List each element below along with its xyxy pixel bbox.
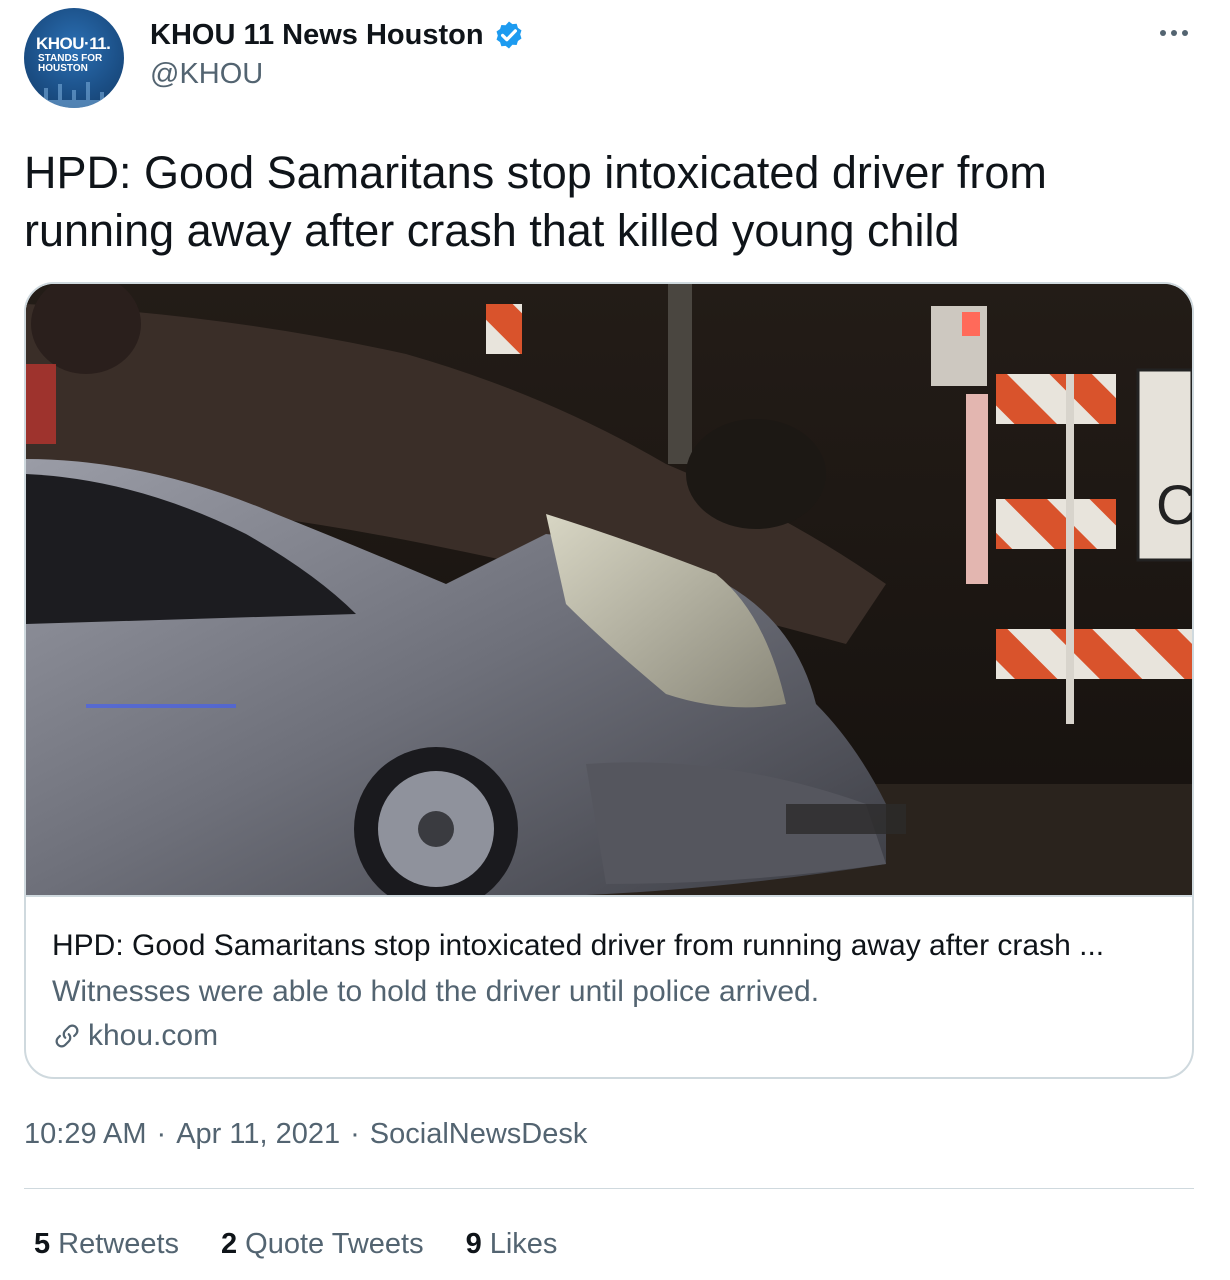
author-display-name[interactable]: KHOU 11 News Houston [150,19,484,52]
card-body[interactable]: HPD: Good Samaritans stop intoxicated dr… [26,895,1192,1077]
tweet-stats: 5 Retweets 2 Quote Tweets 9 Likes [34,1228,599,1261]
link-card[interactable]: C HPD: Good Samaritans stop intoxicate [24,282,1194,1079]
meta-separator: · [156,1118,167,1150]
author-handle[interactable]: @KHOU [150,58,263,91]
avatar-logo-subtext: STANDS FOR HOUSTON [38,54,102,74]
card-description: Witnesses were able to hold the driver u… [52,975,820,1008]
link-icon [55,1024,79,1048]
retweets-stat[interactable]: 5 Retweets [34,1228,179,1261]
quote-tweets-stat[interactable]: 2 Quote Tweets [221,1228,424,1261]
more-dot [1171,30,1177,36]
avatar-logo-subtext-line-2: HOUSTON [38,63,88,74]
card-title[interactable]: HPD: Good Samaritans stop intoxicated dr… [52,929,1172,963]
retweets-count: 5 [34,1228,51,1260]
author-name-row: KHOU 11 News Houston [150,16,526,54]
more-horizontal-icon[interactable] [1156,18,1192,48]
more-dot [1182,30,1188,36]
likes-stat[interactable]: 9 Likes [466,1228,558,1261]
likes-count: 9 [465,1228,482,1260]
avatar[interactable]: KHOU·11. STANDS FOR HOUSTON [24,8,124,108]
tweet-time[interactable]: 10:29 AM [24,1118,147,1151]
more-dot [1160,30,1166,36]
tweet-date[interactable]: Apr 11, 2021 [176,1118,340,1151]
quote-tweets-label: Quote Tweets [245,1228,424,1260]
tweet-header: KHOU·11. STANDS FOR HOUSTON KHOU 11 News… [0,0,1230,120]
avatar-logo-text: KHOU·11. [36,34,111,53]
likes-label: Likes [489,1228,558,1260]
avatar-skyline-graphic [24,82,124,108]
quote-tweets-count: 2 [221,1228,238,1260]
retweets-label: Retweets [58,1228,180,1260]
crash-scene-photo: C [26,284,1192,895]
card-domain-row: khou.com [52,1019,218,1053]
tweet-meta: 10:29 AM · Apr 11, 2021 · SocialNewsDesk [24,1118,587,1151]
card-image[interactable]: C [26,284,1192,895]
divider [24,1188,1194,1189]
verified-badge-icon [496,21,522,49]
tweet-text: HPD: Good Samaritans stop intoxicated dr… [24,147,1047,256]
svg-text:C: C [1156,473,1192,536]
tweet-source[interactable]: SocialNewsDesk [370,1118,588,1151]
meta-separator: · [350,1118,360,1150]
card-domain: khou.com [88,1019,219,1052]
